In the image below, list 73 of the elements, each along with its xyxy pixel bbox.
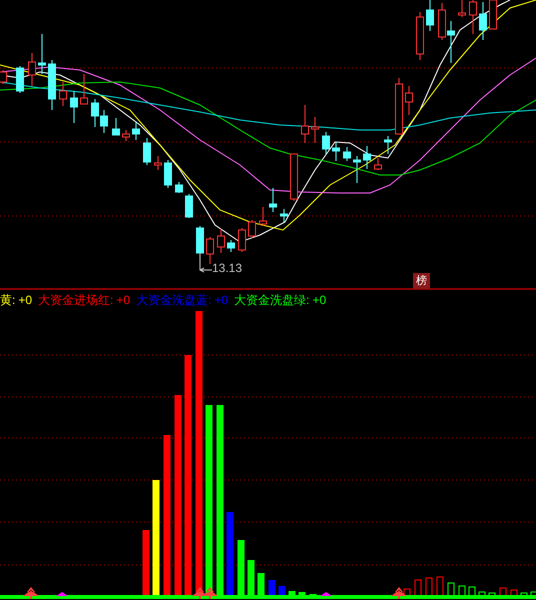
indicator-value: +0 <box>312 294 326 306</box>
histogram-bar <box>426 578 432 596</box>
ranking-badge[interactable]: 榜 <box>413 273 430 289</box>
leader-line <box>200 252 212 272</box>
histogram-bar <box>248 560 254 596</box>
candlestick <box>16 66 24 94</box>
triangle-marker-icon <box>56 592 68 596</box>
candlestick <box>122 130 130 142</box>
arrow-marker-icon <box>192 587 208 599</box>
indicator-value: +0 <box>18 294 32 306</box>
candlestick <box>384 136 392 154</box>
candlestick <box>112 118 120 136</box>
histogram-bar <box>448 582 454 596</box>
candlestick <box>290 154 298 202</box>
candlestick <box>269 188 277 212</box>
candlestick <box>405 86 413 116</box>
indicator-name: 大资金洗盘绿: <box>234 294 310 306</box>
histogram-bar <box>500 588 506 596</box>
candlestick <box>426 0 434 32</box>
indicator-name: 大资金洗盘蓝: <box>136 294 212 306</box>
arrow-marker-icon <box>202 587 218 599</box>
candlestick <box>80 74 88 104</box>
candlestick <box>70 90 78 124</box>
candlestick <box>154 156 162 170</box>
histogram-bar <box>278 586 286 596</box>
low-price-label: 13.13 <box>212 262 242 274</box>
candlestick <box>28 52 36 86</box>
candlestick <box>238 228 246 252</box>
candlestick <box>363 146 371 170</box>
histogram-bar <box>238 540 244 596</box>
indicator-name: 黄: <box>0 294 16 306</box>
candlestick <box>416 12 424 60</box>
triangle-marker-icon <box>320 592 332 596</box>
indicator-value: +0 <box>214 294 228 306</box>
histogram-bar <box>520 592 528 596</box>
histogram-bar <box>458 586 466 596</box>
candlestick <box>217 228 225 254</box>
candlestick <box>175 182 183 194</box>
histogram-bar <box>478 592 486 596</box>
candlestick <box>343 146 351 162</box>
histogram-bar <box>488 592 496 596</box>
arrow-marker-icon <box>23 587 39 599</box>
candlestick <box>374 158 382 170</box>
histogram-bar <box>142 530 150 596</box>
candlestick <box>59 82 67 106</box>
candlestick <box>185 194 193 218</box>
histogram-bar <box>268 580 276 596</box>
candlestick <box>311 116 319 144</box>
histogram-bar <box>468 586 476 596</box>
arrow-marker-icon <box>391 587 407 599</box>
histogram-bar <box>436 576 444 596</box>
candlestick <box>332 142 340 162</box>
indicator-name: 大资金进场红: <box>38 294 114 306</box>
candlestick <box>206 236 214 264</box>
histogram-bar <box>414 580 422 596</box>
candlestick <box>248 220 256 238</box>
candlestick <box>164 160 172 188</box>
candlestick <box>143 138 151 166</box>
candlestick <box>38 34 46 74</box>
candlestick <box>280 208 288 222</box>
candlestick <box>196 226 204 254</box>
candlestick <box>48 60 56 110</box>
candlestick <box>395 78 403 134</box>
histogram-bar <box>510 590 518 596</box>
candlestick <box>259 206 267 226</box>
histogram-bar <box>258 573 264 596</box>
indicator-value: +0 <box>116 294 130 306</box>
candlestick <box>132 122 140 140</box>
candlestick <box>301 104 309 144</box>
candlestick <box>322 132 330 154</box>
candlestick <box>227 240 235 252</box>
candlestick <box>353 156 361 184</box>
candlestick <box>479 2 487 40</box>
